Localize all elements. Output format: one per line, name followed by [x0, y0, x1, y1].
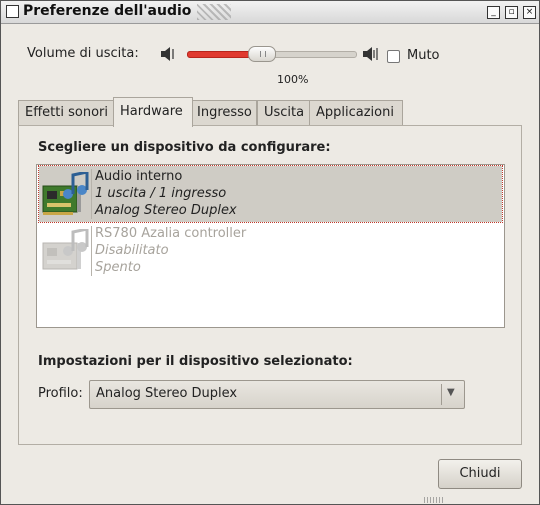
speaker-low-icon	[161, 47, 174, 61]
device-name: Audio interno	[95, 169, 183, 184]
device-settings-heading: Impostazioni per il dispositivo selezion…	[38, 354, 353, 369]
profile-select[interactable]: Analog Stereo Duplex ▼	[89, 380, 465, 409]
chevron-down-icon[interactable]: ▼	[447, 387, 455, 398]
close-button[interactable]: Chiudi	[438, 459, 522, 489]
audio-card-icon	[42, 229, 89, 270]
tab-output[interactable]: Uscita	[257, 100, 311, 126]
audio-card-icon	[42, 172, 89, 215]
tab-applications[interactable]: Applicazioni	[309, 100, 403, 126]
device-list[interactable]: Audio interno 1 uscita / 1 ingresso Anal…	[36, 164, 505, 328]
device-name: RS780 Azalia controller	[95, 226, 247, 241]
output-volume-label: Volume di uscita:	[27, 46, 139, 61]
tab-sound-effects[interactable]: Effetti sonori	[18, 100, 114, 126]
device-profile: Spento	[95, 260, 141, 275]
mute-checkbox-box[interactable]	[387, 50, 400, 63]
row-separator	[91, 226, 92, 276]
combo-divider	[441, 384, 442, 405]
mute-label: Muto	[407, 48, 440, 63]
resize-grip[interactable]	[424, 497, 444, 503]
row-separator	[91, 169, 92, 219]
speaker-high-icon	[363, 47, 378, 61]
device-list-heading: Scegliere un dispositivo da configurare:	[38, 140, 331, 155]
slider-thumb[interactable]	[247, 46, 276, 62]
device-row-rs780[interactable]: RS780 Azalia controller Disabilitato Spe…	[39, 223, 502, 279]
volume-percent-label: 100%	[277, 73, 309, 86]
minimize-button[interactable]: _	[487, 6, 500, 19]
device-row-audio-interno[interactable]: Audio interno 1 uscita / 1 ingresso Anal…	[38, 165, 503, 223]
close-window-button[interactable]: ×	[523, 6, 536, 19]
window-menu-button[interactable]	[6, 5, 19, 18]
profile-select-value: Analog Stereo Duplex	[96, 386, 238, 401]
title-bar[interactable]: Preferenze dell'audio _ ▫ ×	[1, 1, 539, 24]
window-title: Preferenze dell'audio	[23, 3, 192, 19]
device-ports: 1 uscita / 1 ingresso	[95, 186, 227, 201]
profile-label: Profilo:	[38, 386, 83, 401]
output-volume-slider[interactable]	[187, 46, 357, 62]
tab-input[interactable]: Ingresso	[190, 100, 257, 126]
device-profile: Analog Stereo Duplex	[95, 203, 237, 218]
title-grip	[197, 4, 231, 20]
tab-hardware[interactable]: Hardware	[113, 97, 193, 127]
maximize-button[interactable]: ▫	[505, 6, 518, 19]
device-ports: Disabilitato	[95, 243, 169, 258]
